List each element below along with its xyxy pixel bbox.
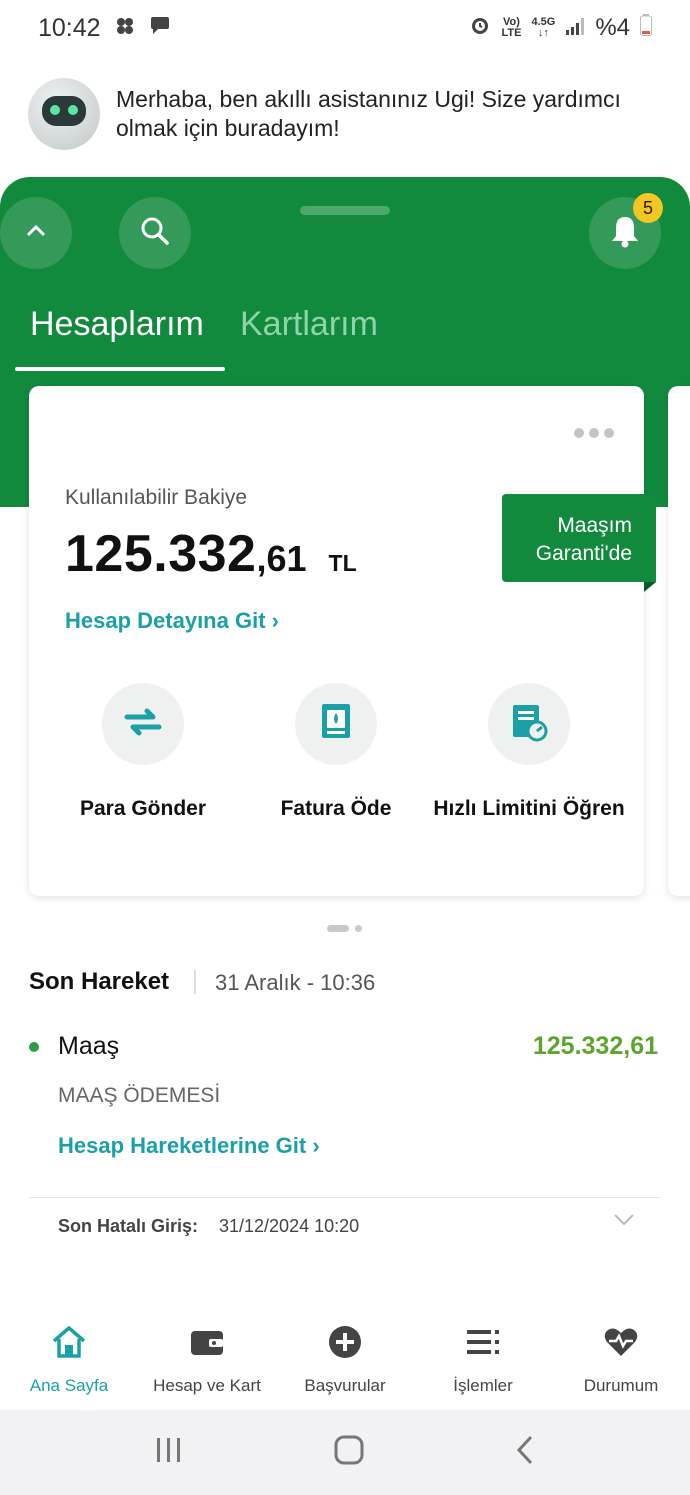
home-icon <box>0 1318 138 1366</box>
nav-status[interactable]: Durumum <box>552 1318 690 1408</box>
balance-amount: 125.332 ,61 TL <box>65 524 357 584</box>
notification-badge: 5 <box>633 193 663 223</box>
transfer-arrows-icon <box>123 707 163 742</box>
transaction-name[interactable]: Maaş <box>58 1032 119 1061</box>
failed-login-label: Son Hatalı Giriş: <box>58 1216 199 1236</box>
status-bar: 10:42 Vo) LTE 4.5G ↓↑ %4 <box>0 0 690 56</box>
nav-label: İşlemler <box>453 1376 513 1395</box>
limit-gauge-icon <box>509 702 549 747</box>
failed-login-value: 31/12/2024 10:20 <box>219 1216 360 1236</box>
clover-icon <box>115 14 135 43</box>
volte-indicator: Vo) LTE <box>501 16 522 39</box>
bell-icon <box>609 214 641 253</box>
action-quick-limit[interactable]: Hızlı Limitini Öğren <box>429 683 629 823</box>
chat-bubble-icon <box>149 14 171 43</box>
account-card[interactable]: Kullanılabilir Bakiye 125.332 ,61 TL Hes… <box>29 386 656 896</box>
nav-applications[interactable]: Başvurular <box>276 1318 414 1408</box>
card-pager <box>327 925 362 932</box>
heart-pulse-icon <box>552 1318 690 1366</box>
nav-home[interactable]: Ana Sayfa <box>0 1318 138 1408</box>
action-pay-bill[interactable]: Fatura Öde <box>236 683 436 823</box>
nav-label: Ana Sayfa <box>29 1376 109 1395</box>
transaction-amount: 125.332,61 <box>532 1032 658 1060</box>
home-system-icon[interactable] <box>333 1434 365 1471</box>
status-time: 10:42 <box>38 13 101 42</box>
nav-accounts-cards[interactable]: Hesap ve Kart <box>138 1318 276 1408</box>
assistant-message: Merhaba, ben akıllı asistanınız Ugi! Siz… <box>116 86 621 141</box>
action-label: Para Gönder <box>79 797 207 820</box>
bill-icon <box>319 702 353 747</box>
nav-label: Başvurular <box>304 1376 386 1395</box>
balance-label: Kullanılabilir Bakiye <box>65 486 248 509</box>
last-transaction-title: Son Hareket <box>29 968 170 995</box>
plus-circle-icon <box>276 1318 414 1366</box>
menu-button[interactable] <box>0 197 72 269</box>
battery-percent: %4 <box>595 14 630 41</box>
salary-guarantee-tag[interactable]: Maaşım Garanti'de <box>502 494 656 592</box>
drag-handle[interactable] <box>300 206 390 215</box>
wallet-icon <box>138 1318 276 1366</box>
next-account-card[interactable] <box>668 386 690 896</box>
data-type-indicator: 4.5G ↓↑ <box>531 16 556 39</box>
search-icon <box>140 216 170 251</box>
search-button[interactable] <box>119 197 191 269</box>
account-detail-link[interactable]: Hesap Detayına Git › <box>65 608 279 634</box>
bottom-navigation: Ana Sayfa Hesap ve Kart Başvurular İşlem… <box>0 1318 690 1408</box>
nav-label: Hesap ve Kart <box>153 1376 261 1395</box>
signal-icon <box>565 14 585 42</box>
divider <box>29 1197 661 1198</box>
balance-integer: 125.332 <box>65 525 257 583</box>
alarm-icon <box>469 14 491 43</box>
last-transaction-date: 31 Aralık - 10:36 <box>215 970 376 995</box>
tab-accounts[interactable]: Hesaplarım <box>30 305 204 344</box>
nav-transactions[interactable]: İşlemler <box>414 1318 552 1408</box>
back-icon[interactable] <box>514 1434 536 1471</box>
account-transactions-link[interactable]: Hesap Hareketlerine Git › <box>58 1133 320 1159</box>
assistant-banner[interactable]: Merhaba, ben akıllı asistanınız Ugi! Siz… <box>28 74 650 154</box>
action-label: Fatura Öde <box>280 797 392 820</box>
recent-apps-icon[interactable] <box>154 1436 184 1469</box>
chevron-down-icon[interactable] <box>613 1213 635 1232</box>
tab-cards[interactable]: Kartlarım <box>240 305 378 344</box>
more-options-icon[interactable] <box>574 428 614 438</box>
notifications-button[interactable]: 5 <box>589 193 663 269</box>
list-icon <box>414 1318 552 1366</box>
action-send-money[interactable]: Para Gönder <box>43 683 243 823</box>
transaction-description: MAAŞ ÖDEMESİ <box>58 1084 221 1107</box>
chevron-right-icon: › <box>271 608 279 633</box>
active-tab-indicator <box>15 367 225 371</box>
system-navigation-bar <box>0 1410 690 1495</box>
battery-icon <box>640 13 652 43</box>
title-separator <box>194 970 196 994</box>
balance-currency: TL <box>328 550 357 576</box>
balance-decimal: ,61 <box>256 538 307 579</box>
action-label: Hızlı Limitini Öğren <box>433 797 625 820</box>
assistant-robot-avatar[interactable] <box>28 78 100 150</box>
transaction-status-dot <box>29 1042 39 1052</box>
nav-label: Durumum <box>583 1376 659 1395</box>
chevron-right-icon: › <box>312 1133 320 1158</box>
